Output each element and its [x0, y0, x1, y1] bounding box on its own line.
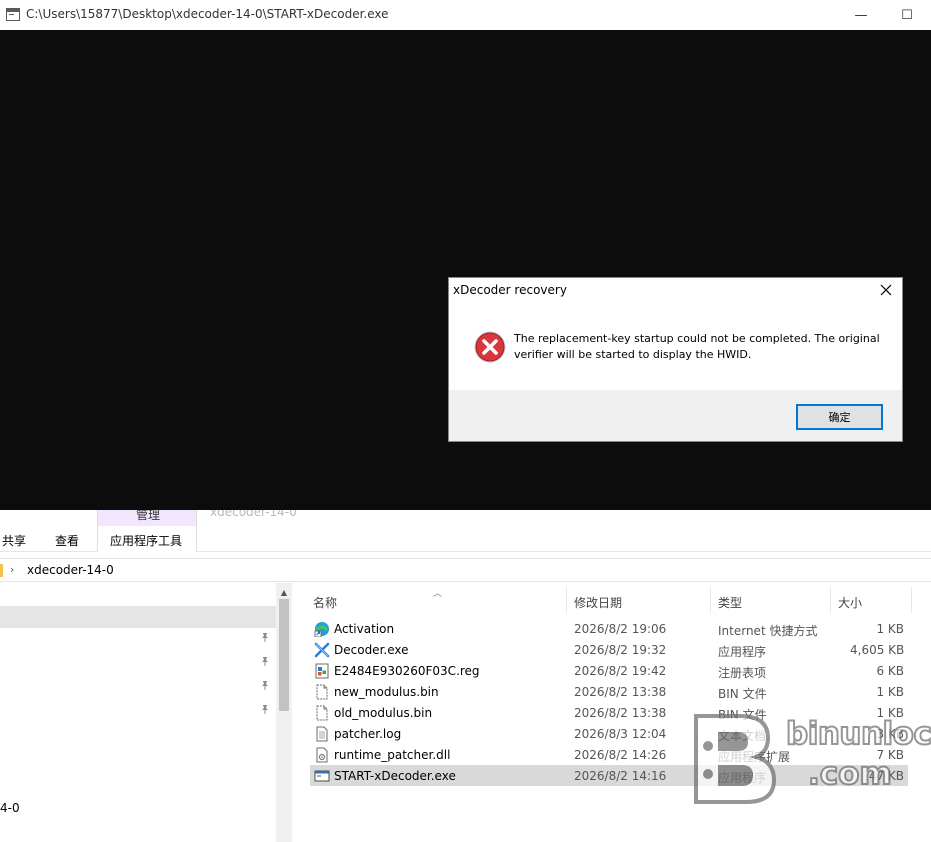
exe-app-icon: [314, 770, 330, 782]
tab-app-tools[interactable]: 应用程序工具: [110, 532, 182, 549]
file-row[interactable]: Activation 2026/8/2 19:06 Internet 快捷方式 …: [310, 618, 908, 639]
console-app-icon: [6, 8, 20, 21]
scrollbar-thumb[interactable]: [279, 599, 289, 711]
file-name: Decoder.exe: [334, 643, 409, 657]
file-date: 2026/8/3 12:04: [574, 727, 667, 741]
column-header: ︿ 名称 修改日期 类型 大小: [307, 583, 931, 615]
file-name: new_modulus.bin: [334, 685, 439, 699]
file-name: old_modulus.bin: [334, 706, 433, 720]
dialog-close-button[interactable]: [874, 279, 898, 301]
file-size: 4,605 KB: [850, 643, 905, 657]
maximize-button[interactable]: ☐: [884, 0, 930, 30]
file-date: 2026/8/2 19:42: [574, 664, 667, 678]
decoder-app-icon: [314, 642, 330, 658]
file-type: 注册表项: [718, 666, 767, 680]
column-divider[interactable]: [911, 587, 912, 613]
address-bar[interactable]: › xdecoder-14-0: [0, 558, 931, 582]
file-name: Activation: [334, 622, 395, 636]
file-row[interactable]: new_modulus.bin 2026/8/2 13:38 BIN 文件 1 …: [310, 681, 908, 702]
ok-button[interactable]: 确定: [796, 404, 883, 430]
dll-file-icon: [316, 747, 328, 763]
console-title: C:\Users\15877\Desktop\xdecoder-14-0\STA…: [26, 7, 389, 21]
scroll-up-arrow-icon[interactable]: ▲: [276, 587, 292, 597]
watermark-text: binunlock: [785, 715, 931, 753]
column-divider[interactable]: [566, 587, 567, 613]
file-name: runtime_patcher.dll: [334, 748, 451, 762]
bin-file-icon: [316, 684, 328, 700]
column-divider[interactable]: [710, 587, 711, 613]
file-date: 2026/8/2 13:38: [574, 706, 667, 720]
text-file-icon: [316, 726, 328, 742]
bin-file-icon: [316, 705, 328, 721]
error-dialog: xDecoder recovery The replacement-key st…: [448, 277, 903, 442]
tab-view[interactable]: 查看: [55, 532, 79, 549]
file-size: 1 KB: [876, 685, 904, 699]
sort-caret-icon: ︿: [433, 589, 443, 599]
nav-selected-item[interactable]: [0, 606, 276, 628]
watermark-text-domain: .com: [807, 755, 893, 793]
dialog-message: The replacement-key startup could not be…: [514, 332, 880, 361]
breadcrumb-folder[interactable]: xdecoder-14-0: [27, 563, 114, 577]
file-name: patcher.log: [334, 727, 402, 741]
file-name: E2484E930260F03C.reg: [334, 664, 480, 678]
nav-scrollbar[interactable]: ▲: [276, 583, 292, 842]
console-titlebar[interactable]: C:\Users\15877\Desktop\xdecoder-14-0\STA…: [0, 0, 931, 30]
file-row[interactable]: E2484E930260F03C.reg 2026/8/2 19:42 注册表项…: [310, 660, 908, 681]
internet-shortcut-icon: [314, 622, 329, 637]
file-type: 应用程序: [718, 645, 767, 659]
tab-share[interactable]: 共享: [2, 532, 26, 549]
maximize-icon: ☐: [901, 7, 913, 23]
watermark-b-logo-icon: [694, 714, 777, 804]
screen: 管理 xdecoder-14-0 共享 查看 应用程序工具 › xdecoder…: [0, 0, 931, 842]
error-icon: [474, 331, 506, 363]
file-date: 2026/8/2 19:06: [574, 622, 667, 636]
dialog-footer: 确定: [449, 390, 902, 441]
pin-icon[interactable]: [259, 703, 271, 715]
pin-icon[interactable]: [259, 631, 271, 643]
dialog-titlebar[interactable]: xDecoder recovery: [449, 278, 902, 302]
column-type[interactable]: 类型: [718, 594, 742, 611]
dialog-title: xDecoder recovery: [453, 283, 567, 297]
minimize-button[interactable]: —: [838, 0, 884, 30]
file-type: Internet 快捷方式: [718, 624, 818, 638]
dialog-body: The replacement-key startup could not be…: [449, 302, 902, 390]
pin-icon[interactable]: [259, 655, 271, 667]
file-date: 2026/8/2 19:32: [574, 643, 667, 657]
registry-file-icon: [315, 663, 329, 679]
file-date: 2026/8/2 13:38: [574, 685, 667, 699]
file-type: BIN 文件: [718, 687, 767, 701]
column-name[interactable]: 名称: [313, 594, 337, 611]
breadcrumb-chevron-icon[interactable]: ›: [10, 563, 14, 576]
nav-item-partial[interactable]: 4-0: [0, 801, 20, 815]
file-name: START-xDecoder.exe: [334, 769, 456, 783]
pin-icon[interactable]: [259, 679, 271, 691]
file-date: 2026/8/2 14:26: [574, 748, 667, 762]
file-size: 6 KB: [876, 664, 904, 678]
column-date[interactable]: 修改日期: [574, 594, 622, 611]
minimize-icon: —: [854, 7, 868, 23]
column-divider[interactable]: [830, 587, 831, 613]
close-icon: [880, 284, 892, 296]
file-date: 2026/8/2 14:16: [574, 769, 667, 783]
file-size: 1 KB: [876, 622, 904, 636]
navigation-pane: 4-0 ▲: [0, 583, 293, 842]
file-row[interactable]: Decoder.exe 2026/8/2 19:32 应用程序 4,605 KB: [310, 639, 908, 660]
watermark-logo: binunlock .com: [690, 712, 931, 804]
column-size[interactable]: 大小: [838, 594, 862, 611]
ribbon-tabs: 共享 查看 应用程序工具: [0, 526, 931, 552]
folder-icon: [0, 564, 3, 577]
